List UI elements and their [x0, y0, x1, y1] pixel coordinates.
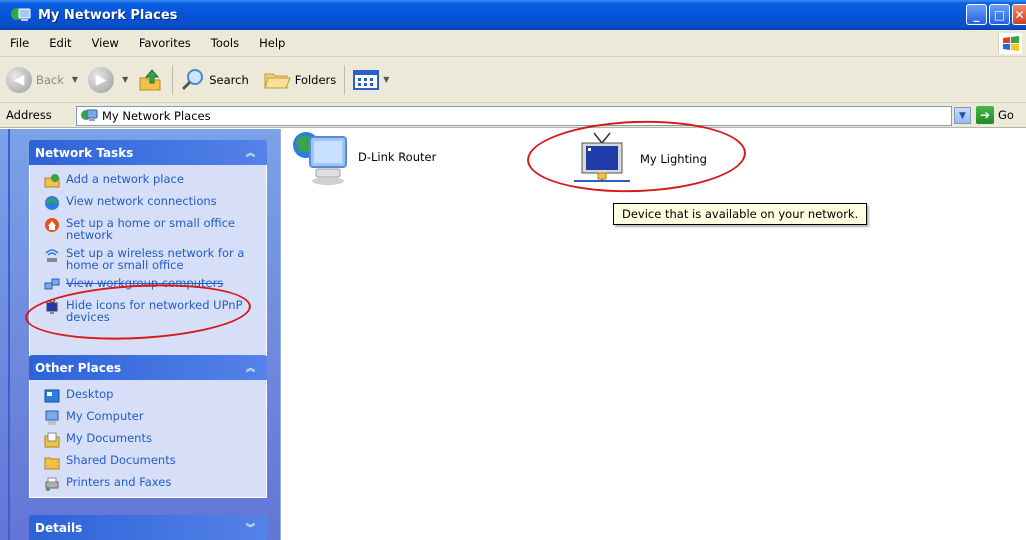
- details-title: Details: [35, 520, 83, 535]
- up-folder-button[interactable]: [138, 68, 164, 92]
- place-label: Desktop: [66, 387, 114, 401]
- other-places-body: Desktop My Computer My Documents Shared …: [29, 380, 267, 498]
- printers-faxes-icon: [45, 477, 59, 491]
- back-dropdown-icon[interactable]: ▼: [72, 75, 78, 84]
- my-documents-icon: [44, 432, 60, 448]
- views-dropdown-icon[interactable]: ▼: [383, 75, 389, 84]
- details-header[interactable]: Details ︾: [29, 515, 267, 540]
- network-places-icon: [81, 109, 98, 121]
- up-folder-icon: [139, 68, 161, 90]
- toolbar: ◀ Back ▼ ▶ ▼ Search Folders ▼: [0, 57, 1026, 103]
- add-network-place-icon: [44, 174, 60, 188]
- menu-file[interactable]: File: [0, 36, 39, 50]
- details-panel: Details ︾: [29, 515, 267, 540]
- task-label: Set up a home or small office network: [66, 216, 236, 242]
- folders-button[interactable]: Folders: [263, 69, 337, 91]
- network-connections-icon: [45, 196, 59, 210]
- address-label: Address: [6, 108, 52, 122]
- menu-view[interactable]: View: [82, 36, 129, 50]
- task-view-network-connections[interactable]: View network connections: [44, 195, 260, 211]
- device-d-link-router[interactable]: D-Link Router: [290, 129, 436, 187]
- collapse-chevron-icon[interactable]: ︽: [242, 359, 259, 376]
- forward-arrow-icon: ▶: [88, 66, 115, 93]
- task-label: Add a network place: [66, 172, 184, 186]
- expand-chevron-icon[interactable]: ︾: [242, 519, 259, 536]
- menu-bar: File Edit View Favorites Tools Help: [0, 30, 1026, 57]
- other-places-panel: Other Places ︽ Desktop My Computer My Do…: [29, 355, 267, 498]
- wireless-network-icon: [45, 249, 59, 262]
- menu-edit[interactable]: Edit: [39, 36, 81, 50]
- task-label: Set up a wireless network for a home or …: [66, 246, 245, 272]
- place-label: My Computer: [66, 409, 144, 423]
- address-bar: Address My Network Places ▼ ➔ Go: [0, 103, 1026, 128]
- task-setup-home-network[interactable]: Set up a home or small office network: [44, 217, 260, 241]
- address-value: My Network Places: [102, 109, 211, 123]
- search-label: Search: [209, 72, 249, 87]
- go-button[interactable]: ➔ Go: [976, 106, 1014, 124]
- menu-tools[interactable]: Tools: [201, 36, 249, 50]
- task-label: View network connections: [66, 194, 217, 208]
- toolbar-separator: [172, 64, 174, 95]
- forward-button[interactable]: ▶ ▼: [88, 66, 128, 93]
- router-globe-icon: [293, 132, 347, 185]
- place-label: Shared Documents: [66, 453, 176, 467]
- menu-help[interactable]: Help: [249, 36, 295, 50]
- place-my-documents[interactable]: My Documents: [44, 432, 260, 448]
- go-arrow-icon: ➔: [976, 106, 994, 124]
- pane-border: [8, 129, 10, 540]
- forward-dropdown-icon[interactable]: ▼: [122, 75, 128, 84]
- folders-icon: [264, 73, 291, 88]
- my-computer-icon: [45, 410, 59, 425]
- workgroup-icon: [44, 278, 60, 290]
- place-shared-documents[interactable]: Shared Documents: [44, 454, 260, 470]
- task-add-network-place[interactable]: Add a network place: [44, 173, 260, 189]
- search-button[interactable]: Search: [181, 68, 249, 92]
- network-tasks-title: Network Tasks: [35, 145, 134, 160]
- search-icon: [182, 68, 204, 90]
- views-icon: [353, 69, 380, 90]
- windows-logo-icon: [998, 33, 1022, 54]
- collapse-chevron-icon[interactable]: ︽: [242, 144, 259, 161]
- go-label: Go: [998, 108, 1014, 122]
- back-arrow-icon: ◀: [6, 66, 32, 93]
- close-button[interactable]: ✕: [1012, 4, 1026, 25]
- toolbar-separator: [344, 64, 346, 95]
- minimize-button[interactable]: _: [966, 4, 987, 25]
- shared-documents-icon: [44, 457, 60, 470]
- network-places-icon: [10, 5, 34, 25]
- other-places-title: Other Places: [35, 360, 122, 375]
- desktop-icon: [44, 389, 60, 403]
- home-network-icon: [45, 218, 59, 232]
- back-button[interactable]: ◀ Back ▼: [6, 66, 78, 93]
- place-printers-faxes[interactable]: Printers and Faxes: [44, 476, 260, 492]
- network-tasks-header[interactable]: Network Tasks ︽: [29, 140, 267, 165]
- menu-favorites[interactable]: Favorites: [129, 36, 201, 50]
- place-desktop[interactable]: Desktop: [44, 388, 260, 404]
- device-label: D-Link Router: [358, 150, 437, 164]
- views-button[interactable]: ▼: [353, 69, 389, 91]
- folders-label: Folders: [294, 72, 337, 87]
- address-dropdown-icon[interactable]: ▼: [954, 107, 971, 124]
- maximize-button[interactable]: □: [989, 4, 1010, 25]
- window-title: My Network Places: [38, 7, 178, 23]
- device-tooltip: Device that is available on your network…: [613, 203, 868, 225]
- other-places-header[interactable]: Other Places ︽: [29, 355, 267, 380]
- place-label: Printers and Faxes: [66, 475, 172, 489]
- place-my-computer[interactable]: My Computer: [44, 410, 260, 426]
- title-bar[interactable]: My Network Places _ □ ✕: [0, 0, 1026, 30]
- back-label: Back: [36, 72, 64, 87]
- address-input[interactable]: My Network Places: [76, 106, 952, 126]
- place-label: My Documents: [66, 431, 152, 445]
- task-setup-wireless-network[interactable]: Set up a wireless network for a home or …: [44, 247, 260, 271]
